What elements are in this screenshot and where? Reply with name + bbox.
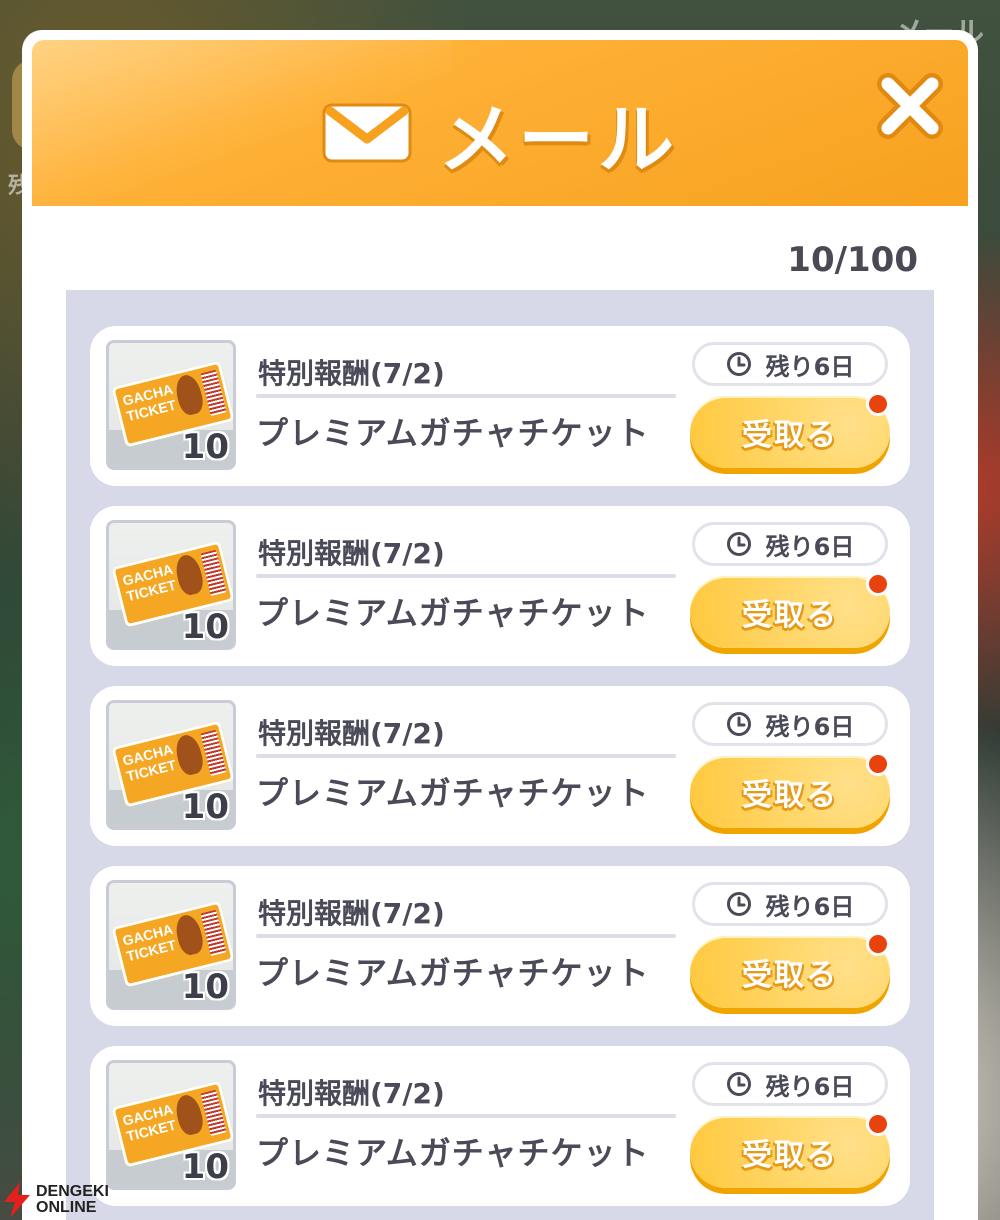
claim-button-label: 受取る [742,958,838,993]
time-left-badge: 残り6日 [692,342,888,386]
mail-count: 10/100 [787,240,918,280]
envelope-icon [322,103,412,163]
clock-icon [726,1072,751,1096]
notification-dot [866,752,890,776]
divider [256,574,676,578]
item-name: プレミアムガチャチケット [256,594,650,632]
item-thumbnail: GACHA TICKET 10 [106,1060,236,1190]
mail-title: 特別報酬(7/2) [258,1077,445,1110]
mail-title: 特別報酬(7/2) [258,897,445,930]
mail-title: 特別報酬(7/2) [258,717,445,750]
mail-title: 特別報酬(7/2) [258,537,445,570]
item-quantity: 10 [181,967,229,1007]
mail-list[interactable]: GACHA TICKET 10 特別報酬(7/2) プレミアムガチャチケット 残… [66,290,934,1220]
watermark-line2: ONLINE [36,1199,97,1216]
mail-item: GACHA TICKET 10 特別報酬(7/2) プレミアムガチャチケット 残… [90,506,910,666]
mail-item: GACHA TICKET 10 特別報酬(7/2) プレミアムガチャチケット 残… [90,326,910,486]
mail-modal: メール 10/100 GACHA TICKET 10 特別報酬(7/2) プレミ… [22,30,978,1220]
time-left-text: 残り6日 [765,712,855,741]
item-name: プレミアムガチャチケット [256,774,650,812]
notification-dot [866,392,890,416]
clock-icon [726,352,751,376]
notification-dot [866,1112,890,1136]
modal-header: メール [32,40,968,206]
claim-button[interactable]: 受取る [690,752,890,828]
mail-item: GACHA TICKET 10 特別報酬(7/2) プレミアムガチャチケット 残… [90,1046,910,1206]
item-thumbnail: GACHA TICKET 10 [106,340,236,470]
item-quantity: 10 [181,607,229,647]
time-left-text: 残り6日 [765,532,855,561]
claim-button-label: 受取る [742,598,838,633]
time-left-badge: 残り6日 [692,522,888,566]
mail-item: GACHA TICKET 10 特別報酬(7/2) プレミアムガチャチケット 残… [90,866,910,1026]
claim-button-label: 受取る [742,1138,838,1173]
claim-button-label: 受取る [742,778,838,813]
mail-item: GACHA TICKET 10 特別報酬(7/2) プレミアムガチャチケット 残… [90,686,910,846]
claim-button[interactable]: 受取る [690,1112,890,1188]
time-left-badge: 残り6日 [692,882,888,926]
mail-title: 特別報酬(7/2) [258,357,445,390]
divider [256,1114,676,1118]
divider [256,394,676,398]
clock-icon [726,532,751,556]
divider [256,934,676,938]
notification-dot [866,572,890,596]
watermark-line1: DENGEKI [36,1183,109,1200]
header-title-group: メール [32,78,968,188]
item-thumbnail: GACHA TICKET 10 [106,520,236,650]
claim-button[interactable]: 受取る [690,572,890,648]
item-quantity: 10 [181,427,229,467]
divider [256,754,676,758]
lightning-bolt-icon [4,1182,30,1218]
time-left-text: 残り6日 [765,1072,855,1101]
page-title: メール [438,95,678,184]
item-name: プレミアムガチャチケット [256,414,650,452]
time-left-badge: 残り6日 [692,1062,888,1106]
time-left-badge: 残り6日 [692,702,888,746]
notification-dot [866,932,890,956]
clock-icon [726,892,751,916]
claim-button[interactable]: 受取る [690,932,890,1008]
item-thumbnail: GACHA TICKET 10 [106,880,236,1010]
claim-button-label: 受取る [742,418,838,453]
time-left-text: 残り6日 [765,892,855,921]
close-icon[interactable] [874,70,946,142]
claim-button[interactable]: 受取る [690,392,890,468]
item-quantity: 10 [181,1147,229,1187]
item-quantity: 10 [181,787,229,827]
time-left-text: 残り6日 [765,352,855,381]
item-thumbnail: GACHA TICKET 10 [106,700,236,830]
dengeki-watermark: DENGEKI ONLINE [2,1182,109,1218]
item-name: プレミアムガチャチケット [256,954,650,992]
item-name: プレミアムガチャチケット [256,1134,650,1172]
watermark-text: DENGEKI ONLINE [36,1184,109,1216]
clock-icon [726,712,751,736]
